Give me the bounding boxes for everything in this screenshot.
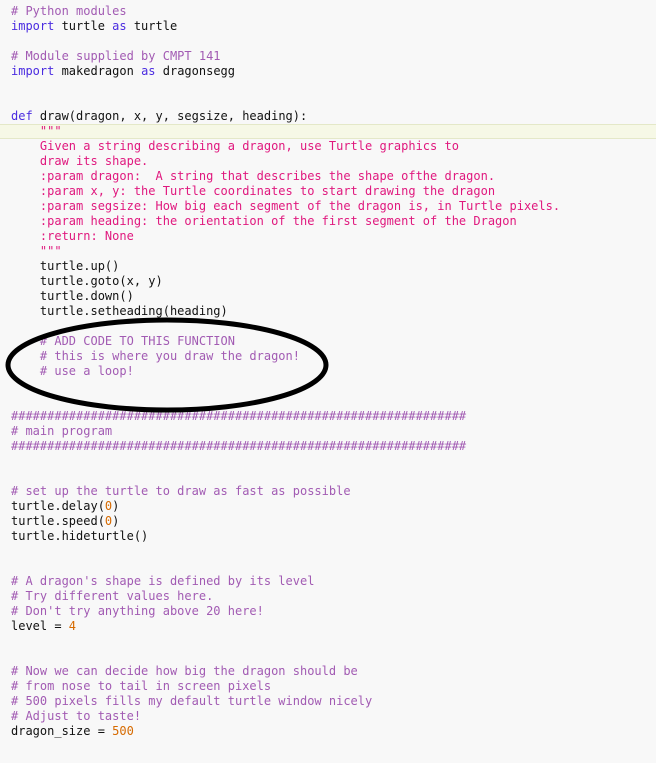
comment-token: # use a loop! xyxy=(11,364,134,378)
keyword-token: as xyxy=(141,64,156,78)
code-token: dragonsegg xyxy=(155,64,235,78)
comment-token: # Adjust to taste! xyxy=(11,709,142,723)
code-token: turtle.delay( xyxy=(11,499,105,513)
code-line[interactable] xyxy=(0,649,656,664)
number-token: 500 xyxy=(112,724,134,738)
docstring-token: """ xyxy=(11,124,62,138)
comment-token: # main program xyxy=(11,424,113,438)
keyword-token: def xyxy=(11,109,33,123)
code-line[interactable]: # set up the turtle to draw as fast as p… xyxy=(0,484,656,499)
code-line[interactable]: ########################################… xyxy=(0,439,656,454)
comment-token: ########################################… xyxy=(11,439,467,453)
keyword-token: as xyxy=(112,19,127,33)
comment-token: ########################################… xyxy=(11,409,467,423)
code-token: level = xyxy=(11,619,69,633)
code-line[interactable]: :param x, y: the Turtle coordinates to s… xyxy=(0,184,656,199)
comment-token: # ADD CODE TO THIS FUNCTION xyxy=(11,334,235,348)
code-line[interactable]: # main program xyxy=(0,424,656,439)
keyword-token: import xyxy=(11,64,55,78)
comment-token: # Now we can decide how big the dragon s… xyxy=(11,664,358,678)
code-editor[interactable]: # Python modules import turtle as turtle … xyxy=(0,4,656,739)
code-line[interactable]: # Python modules xyxy=(0,4,656,19)
comment-token: # Python modules xyxy=(11,4,127,18)
code-line[interactable]: turtle.down() xyxy=(0,289,656,304)
code-line[interactable] xyxy=(0,394,656,409)
code-line[interactable]: # this is where you draw the dragon! xyxy=(0,349,656,364)
code-line[interactable]: Given a string describing a dragon, use … xyxy=(0,139,656,154)
docstring-token: :param heading: the orientation of the f… xyxy=(11,214,517,228)
code-line[interactable]: turtle.setheading(heading) xyxy=(0,304,656,319)
code-line[interactable]: turtle.hideturtle() xyxy=(0,529,656,544)
code-line[interactable] xyxy=(0,94,656,109)
code-line[interactable]: def draw(dragon, x, y, segsize, heading)… xyxy=(0,109,656,124)
code-line[interactable]: # Adjust to taste! xyxy=(0,709,656,724)
code-token: turtle.down() xyxy=(11,289,134,303)
code-line[interactable]: # from nose to tail in screen pixels xyxy=(0,679,656,694)
code-line[interactable]: turtle.delay(0) xyxy=(0,499,656,514)
code-line[interactable]: # Don't try anything above 20 here! xyxy=(0,604,656,619)
docstring-token: :return: None xyxy=(11,229,134,243)
code-token: makedragon xyxy=(54,64,142,78)
code-line[interactable]: :param heading: the orientation of the f… xyxy=(0,214,656,229)
code-token: ) xyxy=(112,499,120,513)
code-line[interactable]: # Now we can decide how big the dragon s… xyxy=(0,664,656,679)
code-line[interactable]: turtle.speed(0) xyxy=(0,514,656,529)
code-line[interactable]: dragon_size = 500 xyxy=(0,724,656,739)
code-line[interactable]: # Module supplied by CMPT 141 xyxy=(0,49,656,64)
comment-token: # set up the turtle to draw as fast as p… xyxy=(11,484,351,498)
code-token: turtle xyxy=(54,19,113,33)
code-token: turtle.speed( xyxy=(11,514,105,528)
code-line[interactable]: """ xyxy=(0,124,656,139)
code-token: turtle.hideturtle() xyxy=(11,529,149,543)
code-line[interactable]: """ xyxy=(0,244,656,259)
code-line[interactable]: import turtle as turtle xyxy=(0,19,656,34)
code-line[interactable] xyxy=(0,34,656,49)
code-line[interactable]: level = 4 xyxy=(0,619,656,634)
code-token: turtle.goto(x, y) xyxy=(11,274,163,288)
code-line[interactable] xyxy=(0,79,656,94)
code-token: turtle.up() xyxy=(11,259,120,273)
code-line[interactable]: # 500 pixels fills my default turtle win… xyxy=(0,694,656,709)
docstring-token: draw its shape. xyxy=(11,154,149,168)
code-line[interactable]: :param segsize: How big each segment of … xyxy=(0,199,656,214)
code-line[interactable]: # A dragon's shape is defined by its lev… xyxy=(0,574,656,589)
code-line[interactable]: :return: None xyxy=(0,229,656,244)
docstring-token: :param x, y: the Turtle coordinates to s… xyxy=(11,184,496,198)
code-line[interactable] xyxy=(0,634,656,649)
keyword-token: import xyxy=(11,19,55,33)
number-token: 4 xyxy=(68,619,77,633)
code-line[interactable]: turtle.goto(x, y) xyxy=(0,274,656,289)
code-line[interactable] xyxy=(0,544,656,559)
code-line[interactable]: turtle.up() xyxy=(0,259,656,274)
comment-token: # A dragon's shape is defined by its lev… xyxy=(11,574,315,588)
code-line[interactable]: # use a loop! xyxy=(0,364,656,379)
code-line[interactable]: # Try different values here. xyxy=(0,589,656,604)
comment-token: # Module supplied by CMPT 141 xyxy=(11,49,221,63)
code-token: dragon_size = xyxy=(11,724,113,738)
code-line[interactable]: ########################################… xyxy=(0,409,656,424)
code-line[interactable]: draw its shape. xyxy=(0,154,656,169)
code-line[interactable]: # ADD CODE TO THIS FUNCTION xyxy=(0,334,656,349)
code-token: turtle.setheading(heading) xyxy=(11,304,228,318)
code-token: ) xyxy=(112,514,120,528)
code-line[interactable] xyxy=(0,559,656,574)
comment-token: # Try different values here. xyxy=(11,589,214,603)
code-line[interactable]: import makedragon as dragonsegg xyxy=(0,64,656,79)
code-line[interactable] xyxy=(0,379,656,394)
code-line[interactable] xyxy=(0,469,656,484)
docstring-token: :param dragon: A string that describes t… xyxy=(11,169,496,183)
comment-token: # Don't try anything above 20 here! xyxy=(11,604,264,618)
code-line[interactable] xyxy=(0,454,656,469)
code-line[interactable] xyxy=(0,319,656,334)
code-token: draw(dragon, x, y, segsize, heading): xyxy=(32,109,308,123)
docstring-token: Given a string describing a dragon, use … xyxy=(11,139,459,153)
comment-token: # this is where you draw the dragon! xyxy=(11,349,300,363)
comment-token: # from nose to tail in screen pixels xyxy=(11,679,272,693)
code-token: turtle xyxy=(126,19,178,33)
docstring-token: """ xyxy=(11,244,62,258)
docstring-token: :param segsize: How big each segment of … xyxy=(11,199,561,213)
code-line[interactable]: :param dragon: A string that describes t… xyxy=(0,169,656,184)
comment-token: # 500 pixels fills my default turtle win… xyxy=(11,694,373,708)
